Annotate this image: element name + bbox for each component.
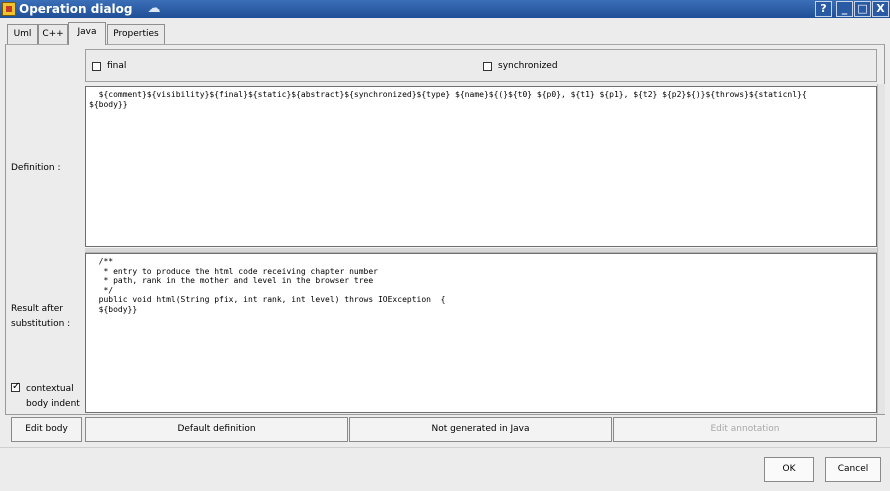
contextual-indent-label-line2: body indent xyxy=(26,399,80,409)
default-definition-button[interactable]: Default definition xyxy=(85,417,348,442)
definition-editor[interactable]: ${comment}${visibility}${final}${static}… xyxy=(85,86,877,247)
tab-uml[interactable]: Uml xyxy=(7,24,38,44)
app-icon xyxy=(2,2,16,16)
tab-cpp[interactable]: C++ xyxy=(38,24,68,44)
edit-body-button[interactable]: Edit body xyxy=(11,417,82,442)
help-button[interactable]: ? xyxy=(815,1,832,17)
roll-up-icon[interactable]: ☁ xyxy=(146,1,162,17)
cancel-button[interactable]: Cancel xyxy=(825,457,881,482)
window-title: Operation dialog xyxy=(19,2,133,16)
bottom-separator xyxy=(0,447,890,448)
scrollbar[interactable] xyxy=(877,84,885,414)
close-button[interactable]: X xyxy=(872,1,889,17)
result-label-line1: Result after xyxy=(11,304,63,314)
contextual-indent-label-line1: contextual xyxy=(26,384,74,394)
result-label-line2: substitution : xyxy=(11,319,71,329)
title-bar[interactable]: Operation dialog ☁ ? _ □ X xyxy=(0,0,890,18)
modifiers-group xyxy=(85,49,877,82)
minimize-button[interactable]: _ xyxy=(836,1,853,17)
maximize-button[interactable]: □ xyxy=(854,1,871,17)
not-generated-button[interactable]: Not generated in Java xyxy=(349,417,612,442)
contextual-indent-checkbox[interactable] xyxy=(11,381,20,392)
synchronized-label: synchronized xyxy=(498,61,558,71)
ok-button[interactable]: OK xyxy=(764,457,814,482)
final-checkbox[interactable] xyxy=(92,62,101,71)
definition-label: Definition : xyxy=(11,163,61,173)
synchronized-checkbox[interactable] xyxy=(483,62,492,71)
tab-java[interactable]: Java xyxy=(68,22,106,45)
result-viewer[interactable]: /** * entry to produce the html code rec… xyxy=(85,253,877,413)
tab-properties[interactable]: Properties xyxy=(107,24,165,44)
final-label: final xyxy=(107,61,127,71)
edit-annotation-button: Edit annotation xyxy=(613,417,877,442)
